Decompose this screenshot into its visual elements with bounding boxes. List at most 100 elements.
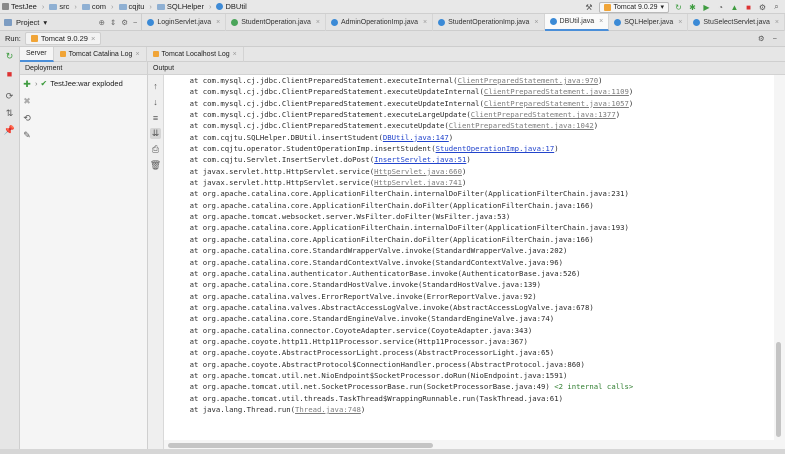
output-header: Output bbox=[148, 62, 785, 75]
editor-tab[interactable]: LoginServlet.java × bbox=[142, 13, 227, 31]
close-icon[interactable]: × bbox=[534, 19, 538, 26]
rerun-icon[interactable]: ↻ bbox=[4, 51, 15, 62]
print-icon[interactable]: ⎙ bbox=[150, 144, 161, 155]
breadcrumb-project[interactable]: TestJee › bbox=[2, 2, 44, 11]
breadcrumb-folder[interactable]: src › bbox=[49, 2, 77, 11]
tab-server[interactable]: Server bbox=[20, 46, 54, 62]
console-line: at org.apache.coyote.http11.Http11Proces… bbox=[172, 336, 774, 347]
close-icon[interactable]: × bbox=[233, 51, 237, 58]
deployment-header: Deployment bbox=[20, 62, 147, 75]
hide-icon[interactable]: − bbox=[773, 34, 777, 43]
console-line: at org.apache.catalina.core.ApplicationF… bbox=[172, 188, 774, 199]
breadcrumb-folder[interactable]: com › bbox=[81, 2, 114, 11]
locate-icon[interactable]: ⊕ bbox=[99, 18, 105, 27]
close-icon[interactable]: × bbox=[423, 19, 427, 26]
coverage-icon[interactable]: ▶ bbox=[702, 3, 711, 12]
breadcrumb-class[interactable]: DBUtil bbox=[216, 2, 247, 11]
edit-icon[interactable]: ✎ bbox=[22, 130, 33, 141]
source-link[interactable]: HttpServlet.java:660 bbox=[374, 167, 462, 176]
source-link[interactable]: HttpServlet.java:741 bbox=[374, 178, 462, 187]
source-link[interactable]: ClientPreparedStatement.java:1377 bbox=[471, 110, 616, 119]
run-label: Run: bbox=[5, 34, 21, 43]
stop-icon[interactable]: ■ bbox=[4, 68, 15, 79]
console-line-text: at com.mysql.cj.jdbc.ClientPreparedState… bbox=[172, 87, 484, 97]
gear-icon[interactable]: ⚙ bbox=[758, 34, 765, 43]
hammer-icon[interactable]: ⚒ bbox=[585, 3, 594, 12]
editor-tab[interactable]: SQLHelper.java × bbox=[609, 13, 689, 31]
source-link[interactable]: StudentOperationImp.java:17 bbox=[436, 144, 555, 153]
trash-icon[interactable]: 🗑 bbox=[150, 160, 161, 171]
source-link[interactable]: Thread.java:748 bbox=[295, 405, 361, 414]
arrow-down-icon[interactable]: ↓ bbox=[150, 96, 161, 107]
console-line: at org.apache.catalina.core.ApplicationF… bbox=[172, 222, 774, 233]
pin-icon[interactable]: 📌 bbox=[4, 125, 15, 136]
breadcrumb-folder[interactable]: SQLHelper › bbox=[156, 2, 211, 11]
source-link[interactable]: ClientPreparedStatement.java:1057 bbox=[484, 99, 629, 108]
close-icon[interactable]: × bbox=[316, 19, 320, 26]
console-line-text: at org.apache.catalina.authenticator.Aut… bbox=[172, 268, 581, 278]
close-icon[interactable]: × bbox=[135, 51, 139, 58]
editor-tab[interactable]: StuSelectServlet.java × bbox=[688, 13, 785, 31]
settings-icon[interactable]: ⚙ bbox=[758, 3, 767, 12]
source-link[interactable]: ClientPreparedStatement.java:1109 bbox=[484, 87, 629, 96]
vertical-scrollbar[interactable] bbox=[776, 342, 781, 437]
scroll-to-end-icon[interactable]: ⇊ bbox=[150, 128, 161, 139]
console-line-text: at org.apache.catalina.core.StandardEngi… bbox=[172, 314, 555, 324]
internal-calls-fold[interactable]: <2 internal calls> bbox=[554, 382, 633, 391]
editor-tab[interactable]: AdminOperationImp.java × bbox=[326, 13, 434, 31]
run-tab-tomcat[interactable]: Tomcat 9.0.29 × bbox=[24, 32, 102, 45]
profile-icon[interactable]: ◔ bbox=[716, 3, 725, 12]
source-link[interactable]: DBUtil.java:147 bbox=[383, 133, 449, 142]
horizontal-scrollbar[interactable] bbox=[168, 443, 433, 448]
editor-tab-active[interactable]: DBUtil.java × bbox=[544, 13, 610, 31]
tab-catalina-log[interactable]: Tomcat Catalina Log × bbox=[54, 46, 147, 62]
console-line-text: at com.cqjtu.Servlet.InsertServlet.doPos… bbox=[172, 155, 375, 165]
console-line-text: ) bbox=[554, 144, 559, 154]
deployment-item[interactable]: › ✔ TestJee:war exploded bbox=[35, 79, 123, 88]
close-icon[interactable]: × bbox=[599, 18, 603, 25]
tab-localhost-log[interactable]: Tomcat Localhost Log × bbox=[147, 46, 244, 62]
console-line: at javax.servlet.http.HttpServlet.servic… bbox=[172, 166, 774, 177]
redeploy-icon[interactable]: ⟲ bbox=[22, 113, 33, 124]
close-icon[interactable]: × bbox=[678, 19, 682, 26]
chevron-right-icon[interactable]: › bbox=[35, 79, 38, 88]
console-line-text: at org.apache.catalina.core.ApplicationF… bbox=[172, 223, 629, 233]
sort-icon[interactable]: ⇅ bbox=[4, 108, 15, 119]
collapse-icon[interactable]: ⇕ bbox=[110, 18, 116, 27]
source-link[interactable]: InsertServlet.java:51 bbox=[374, 155, 466, 164]
interface-icon bbox=[231, 18, 239, 26]
source-link[interactable]: ClientPreparedStatement.java:1042 bbox=[449, 121, 594, 130]
breadcrumb-label: com bbox=[91, 2, 107, 11]
console-output[interactable]: at com.mysql.cj.jdbc.ClientPreparedState… bbox=[164, 75, 774, 440]
project-view-selector[interactable]: Project ▾ ⊕ ⇕ ⚙ − bbox=[0, 13, 143, 31]
stop-icon[interactable]: ■ bbox=[744, 3, 753, 12]
run-configuration-select[interactable]: Tomcat 9.0.29 ▾ bbox=[598, 1, 669, 13]
refresh-icon[interactable]: ⟳ bbox=[4, 91, 15, 102]
debug-icon[interactable]: ✱ bbox=[688, 3, 697, 12]
deploy-icon[interactable]: ✚ bbox=[22, 79, 33, 90]
gear-icon[interactable]: ⚙ bbox=[121, 18, 128, 27]
console-line-text: at org.apache.tomcat.util.net.SocketProc… bbox=[172, 382, 555, 392]
close-icon[interactable]: × bbox=[91, 34, 95, 43]
hide-icon[interactable]: − bbox=[133, 18, 137, 27]
arrow-up-icon[interactable]: ↑ bbox=[150, 80, 161, 91]
close-icon[interactable]: × bbox=[775, 19, 779, 26]
console-line: at org.apache.tomcat.util.net.SocketProc… bbox=[172, 381, 774, 392]
editor-tab[interactable]: StudentOperation.java × bbox=[226, 13, 326, 31]
folder-icon bbox=[49, 3, 58, 10]
update-icon[interactable]: ▲ bbox=[730, 3, 739, 12]
close-icon[interactable]: × bbox=[216, 19, 220, 26]
output-toolbar: ↑ ↓ ≡ ⇊ ⎙ 🗑 bbox=[148, 75, 164, 454]
breadcrumb-folder[interactable]: cqjtu › bbox=[118, 2, 152, 11]
console-line-text: at org.apache.catalina.core.StandardWrap… bbox=[172, 246, 568, 256]
log-icon bbox=[59, 51, 66, 57]
editor-tab[interactable]: StudentOperationImp.java × bbox=[433, 13, 545, 31]
console-line-text: at com.mysql.cj.jdbc.ClientPreparedState… bbox=[172, 110, 471, 120]
soft-wrap-icon[interactable]: ≡ bbox=[150, 112, 161, 123]
undeploy-icon[interactable]: ✖ bbox=[22, 96, 33, 107]
run-left-toolbar: ↻ ■ ⟳ ⇅ 📌 bbox=[0, 47, 20, 454]
source-link[interactable]: ClientPreparedStatement.java:970 bbox=[458, 76, 599, 85]
search-icon[interactable]: ⌕ bbox=[772, 2, 781, 12]
console-line-text: at org.apache.catalina.connector.CoyoteA… bbox=[172, 325, 533, 335]
rerun-icon[interactable]: ↻ bbox=[674, 3, 683, 12]
